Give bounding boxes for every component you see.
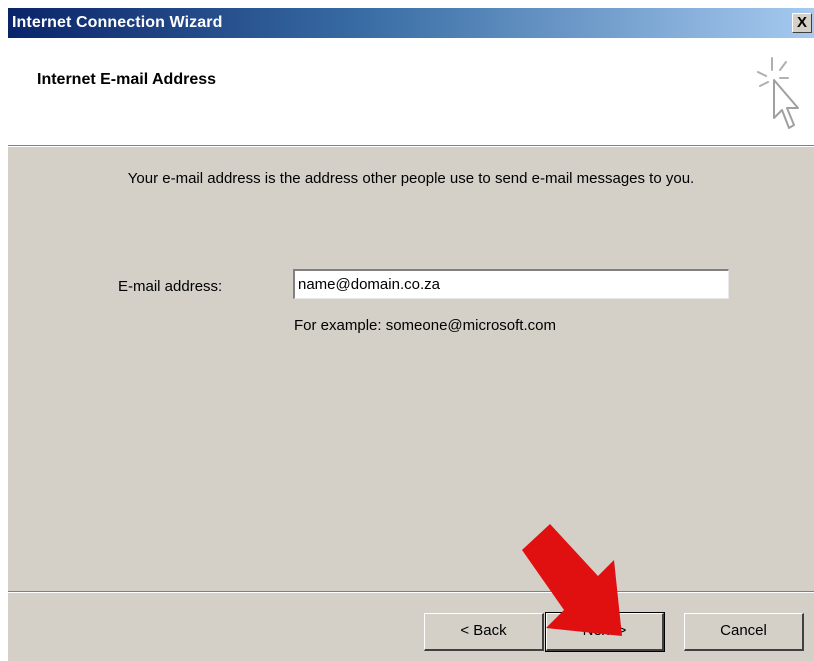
email-label: E-mail address: bbox=[118, 278, 223, 295]
email-field[interactable] bbox=[293, 269, 729, 299]
email-example-hint: For example: someone@microsoft.com bbox=[294, 317, 556, 334]
button-separator bbox=[8, 591, 814, 593]
close-icon: X bbox=[796, 14, 807, 31]
title-bar[interactable]: Internet Connection Wizard X bbox=[8, 8, 814, 38]
wizard-header: Internet E-mail Address bbox=[8, 38, 814, 147]
wizard-window: Internet Connection Wizard X Internet E-… bbox=[8, 8, 814, 661]
wizard-cursor-icon bbox=[757, 57, 799, 129]
intro-text: Your e-mail address is the address other… bbox=[127, 170, 695, 187]
next-button[interactable]: Next > bbox=[545, 612, 665, 652]
cancel-button[interactable]: Cancel bbox=[684, 613, 804, 651]
close-button[interactable]: X bbox=[792, 13, 812, 33]
page-title: Internet E-mail Address bbox=[37, 71, 217, 88]
window-title: Internet Connection Wizard bbox=[12, 14, 223, 31]
back-button[interactable]: < Back bbox=[424, 613, 544, 651]
